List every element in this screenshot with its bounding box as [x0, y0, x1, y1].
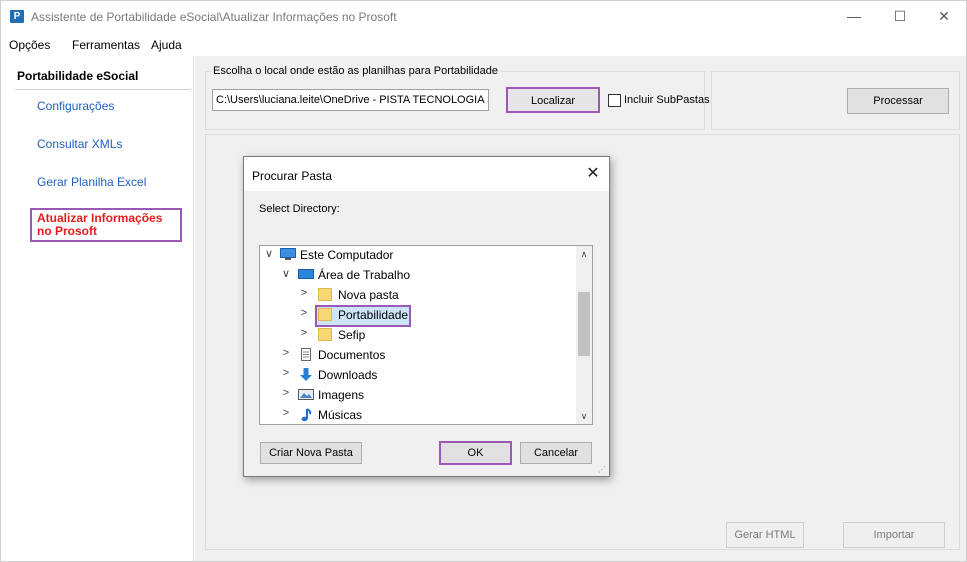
app-window: P Assistente de Portabilidade eSocial\At…	[0, 0, 967, 562]
expand-arrow-icon[interactable]: >	[280, 367, 292, 379]
importar-button[interactable]: Importar	[843, 522, 945, 548]
sidebar-header: Portabilidade eSocial	[17, 69, 139, 83]
resize-grip-icon[interactable]: ⋰	[598, 465, 608, 475]
tree-item-label: Documentos	[318, 348, 386, 362]
tree-item-label: Este Computador	[300, 248, 394, 262]
tree-scrollbar[interactable]: ∧ ∨	[576, 246, 592, 424]
ok-button[interactable]: OK	[439, 441, 512, 465]
sidebar-item-atualizar-prosoft[interactable]: Atualizar Informações no Prosoft	[30, 208, 182, 242]
app-icon: P	[10, 10, 24, 23]
expand-arrow-icon[interactable]: >	[298, 327, 310, 339]
menu-bar: Opções Ferramentas Ajuda	[1, 32, 966, 56]
tree-item-nova-pasta[interactable]: > Nova pasta	[260, 286, 576, 305]
tree-item-este-computador[interactable]: ∨ Este Computador	[260, 246, 576, 265]
folder-icon	[318, 288, 332, 301]
dialog-title-bar: Procurar Pasta ✕	[244, 157, 609, 191]
path-input[interactable]: C:\Users\luciana.leite\OneDrive - PISTA …	[212, 89, 489, 111]
scroll-thumb[interactable]	[578, 292, 590, 356]
dialog-prompt: Select Directory:	[259, 203, 340, 215]
title-bar: P Assistente de Portabilidade eSocial\At…	[1, 1, 966, 32]
computer-icon	[280, 248, 296, 261]
expand-arrow-icon[interactable]: >	[298, 287, 310, 299]
new-folder-button[interactable]: Criar Nova Pasta	[260, 442, 362, 464]
tree-item-imagens[interactable]: > Imagens	[260, 386, 576, 405]
tree-item-documentos[interactable]: > Documentos	[260, 346, 576, 365]
menu-ferramentas[interactable]: Ferramentas	[72, 38, 140, 52]
tree-item-label: Área de Trabalho	[318, 268, 411, 282]
desktop-icon	[298, 268, 314, 281]
tree-item-label: Músicas	[318, 408, 363, 422]
menu-opcoes[interactable]: Opções	[9, 38, 50, 52]
tree-item-label: Downloads	[318, 368, 378, 382]
tree-item-musicas[interactable]: > Músicas	[260, 406, 576, 424]
maximize-button[interactable]: ☐	[877, 1, 923, 32]
sidebar-item-consultar-xmls[interactable]: Consultar XMLs	[37, 137, 122, 151]
download-icon	[298, 368, 314, 381]
folder-icon	[318, 328, 332, 341]
browse-folder-dialog: Procurar Pasta ✕ Select Directory: ∨ Est…	[243, 156, 610, 477]
documents-icon	[298, 348, 314, 361]
scroll-down-icon[interactable]: ∨	[576, 408, 592, 424]
window-title: Assistente de Portabilidade eSocial\Atua…	[31, 10, 397, 24]
tree-item-label: Portabilidade	[338, 308, 409, 322]
sidebar: Portabilidade eSocial Configurações Cons…	[1, 56, 194, 561]
tree-item-label: Imagens	[318, 388, 365, 402]
include-subfolders-checkbox[interactable]	[608, 94, 621, 107]
sidebar-item-gerar-planilha[interactable]: Gerar Planilha Excel	[37, 175, 146, 189]
gerar-html-button[interactable]: Gerar HTML	[726, 522, 804, 548]
location-group-label: Escolha o local onde estão as planilhas …	[211, 65, 500, 77]
folder-tree[interactable]: ∨ Este Computador ∨ Área de Trabalho > N…	[259, 245, 593, 425]
images-icon	[298, 388, 314, 401]
dialog-title: Procurar Pasta	[252, 169, 333, 183]
dialog-close-icon[interactable]: ✕	[582, 163, 604, 185]
menu-ajuda[interactable]: Ajuda	[151, 38, 182, 52]
cancel-button[interactable]: Cancelar	[520, 442, 592, 464]
tree-item-portabilidade[interactable]: > Portabilidade	[260, 306, 576, 325]
music-icon	[298, 408, 314, 422]
expand-arrow-icon[interactable]: >	[280, 347, 292, 359]
expand-arrow-icon[interactable]: ∨	[280, 267, 292, 280]
expand-arrow-icon[interactable]: >	[280, 387, 292, 399]
folder-icon	[318, 308, 332, 321]
tree-item-area-de-trabalho[interactable]: ∨ Área de Trabalho	[260, 266, 576, 285]
processar-button[interactable]: Processar	[847, 88, 949, 114]
tree-item-label: Sefip	[338, 328, 366, 342]
expand-arrow-icon[interactable]: >	[298, 307, 310, 319]
sidebar-item-configuracoes[interactable]: Configurações	[37, 99, 114, 113]
sidebar-divider	[15, 89, 191, 90]
tree-item-sefip[interactable]: > Sefip	[260, 326, 576, 345]
localizar-button[interactable]: Localizar	[506, 87, 600, 113]
tree-item-label: Nova pasta	[338, 288, 399, 302]
expand-arrow-icon[interactable]: ∨	[263, 247, 275, 260]
tree-item-downloads[interactable]: > Downloads	[260, 366, 576, 385]
include-subfolders-label[interactable]: Incluir SubPastas	[624, 94, 710, 106]
minimize-button[interactable]: —	[831, 1, 877, 32]
close-button[interactable]: ✕	[921, 1, 967, 32]
scroll-up-icon[interactable]: ∧	[576, 246, 592, 262]
expand-arrow-icon[interactable]: >	[280, 407, 292, 419]
